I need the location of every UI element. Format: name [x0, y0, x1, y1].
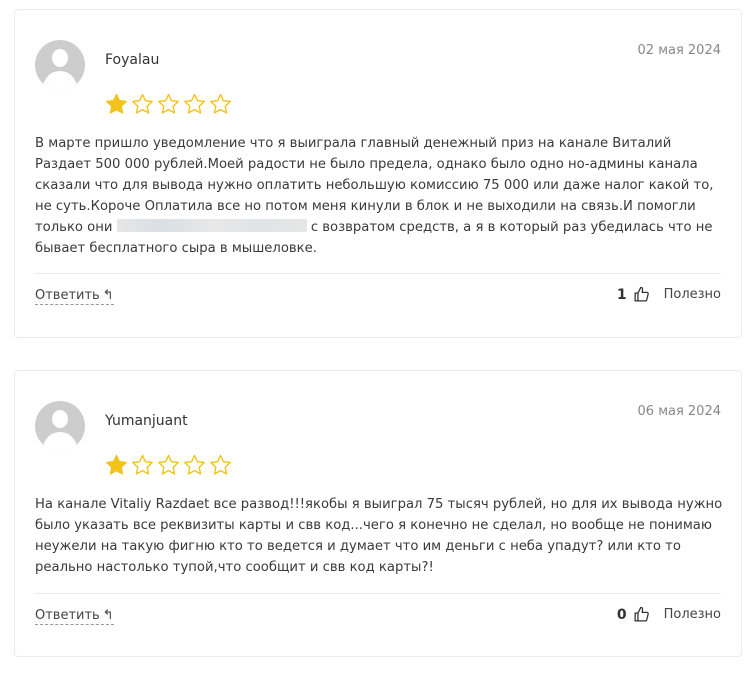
- thumbs-up-icon[interactable]: [633, 606, 650, 623]
- star-empty-icon: [130, 92, 155, 116]
- star-empty-icon: [182, 453, 207, 477]
- reply-button[interactable]: Ответить ↰: [35, 288, 114, 305]
- reply-arrow-icon: ↰: [102, 288, 114, 303]
- like-count: 1: [616, 286, 627, 303]
- divider: [35, 273, 721, 274]
- star-filled-icon: [104, 92, 129, 116]
- avatar: [35, 401, 85, 451]
- useful-label: Полезно: [663, 607, 721, 622]
- useful-vote: 0 Полезно: [617, 606, 721, 623]
- divider: [35, 593, 721, 594]
- rating-stars: [104, 92, 233, 116]
- review-card: Yumanjuant 06 мая 2024 На канале Vitaliy…: [14, 370, 742, 657]
- useful-vote: 1 Полезно: [617, 286, 721, 303]
- review-author: Yumanjuant: [105, 413, 188, 429]
- star-empty-icon: [156, 453, 181, 477]
- thumbs-up-icon[interactable]: [633, 286, 650, 303]
- star-empty-icon: [182, 92, 207, 116]
- useful-label: Полезно: [663, 287, 721, 302]
- like-count: 0: [616, 606, 627, 623]
- review-text: В марте пришло уведомление что я выиграл…: [35, 136, 714, 256]
- star-empty-icon: [156, 92, 181, 116]
- review-date: 02 мая 2024: [637, 43, 721, 58]
- star-empty-icon: [208, 92, 233, 116]
- review-author: Foyalau: [105, 52, 160, 68]
- review-card: Foyalau 02 мая 2024 В марте пришло уведо…: [14, 9, 742, 338]
- rating-stars: [104, 453, 233, 477]
- star-empty-icon: [130, 453, 155, 477]
- star-empty-icon: [208, 453, 233, 477]
- review-text: На канале Vitaliy Razdaet все развод!!!я…: [35, 497, 723, 575]
- reply-arrow-icon: ↰: [102, 608, 114, 623]
- avatar: [35, 40, 85, 90]
- star-filled-icon: [104, 453, 129, 477]
- review-date: 06 мая 2024: [637, 404, 721, 419]
- reply-button[interactable]: Ответить ↰: [35, 608, 114, 625]
- redacted-text: [116, 219, 307, 232]
